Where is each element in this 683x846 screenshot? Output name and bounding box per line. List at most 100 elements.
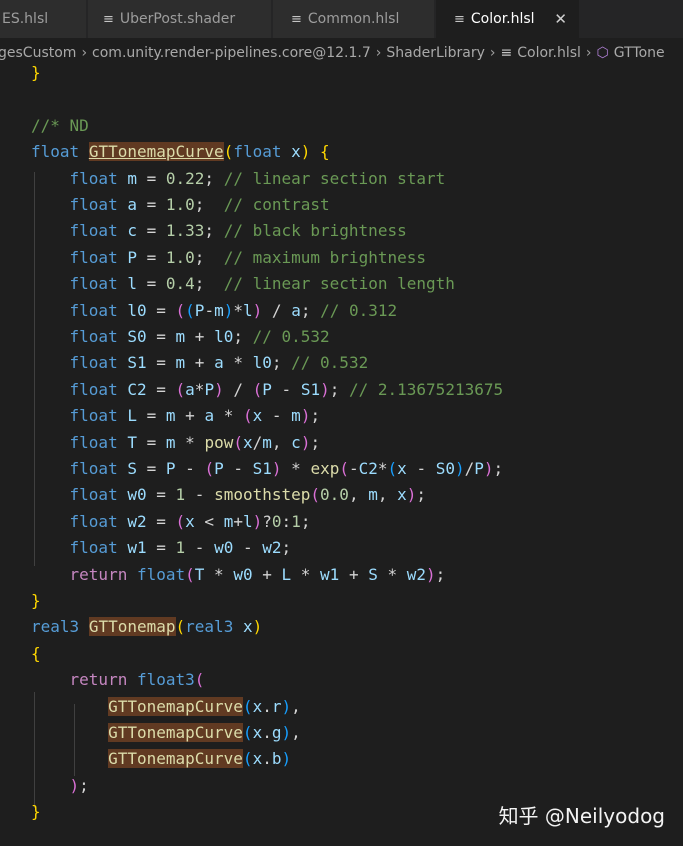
code-token: =	[136, 432, 166, 452]
code-token: )	[320, 379, 330, 399]
code-token: // linear section start	[223, 168, 446, 188]
code-token: )	[483, 459, 494, 478]
code-token: float	[69, 168, 118, 188]
code-line: float w0 = 1 - smoothstep(0.0, m, x);	[31, 482, 427, 508]
code-token: ;	[416, 485, 427, 505]
code-token: exp	[310, 459, 340, 478]
code-token: x	[242, 432, 253, 452]
code-token: (	[387, 459, 398, 478]
code-token: =	[146, 327, 176, 346]
code-token: T	[194, 564, 205, 584]
code-token: )	[281, 723, 292, 742]
code-token: S1	[127, 353, 147, 373]
code-token: )	[300, 432, 311, 452]
code-token: .	[262, 696, 272, 716]
code-token: S0	[127, 327, 147, 346]
code-token: =	[136, 195, 166, 214]
code-token: x	[291, 142, 301, 162]
code-token: ;	[493, 459, 504, 478]
code-token: (	[194, 670, 205, 690]
code-token: )	[454, 459, 465, 478]
code-token: float	[69, 247, 118, 267]
code-token: // contrast	[223, 195, 330, 214]
code-token: )	[300, 406, 311, 426]
tab-uberpost-shader[interactable]: ≡ UberPost.shader	[88, 0, 272, 38]
code-token: .	[262, 723, 272, 742]
editor-tab-bar: ES.hlsl ≡ UberPost.shader ≡ Common.hlsl ≡ C…	[0, 0, 683, 38]
code-token: // 0.532	[291, 353, 369, 373]
code-token: =	[146, 485, 176, 505]
code-token: S	[127, 459, 137, 478]
code-token: -	[233, 538, 263, 558]
code-token: m	[223, 511, 234, 531]
code-token: (	[242, 723, 253, 742]
code-token: x	[397, 485, 407, 505]
code-token: P	[165, 459, 176, 478]
code-token: }	[31, 63, 41, 82]
close-icon[interactable]: ✕	[554, 0, 567, 38]
code-token: 0.4	[165, 274, 195, 294]
code-token: m	[127, 168, 137, 188]
code-line: float P = 1.0; // maximum brightness	[31, 245, 426, 271]
code-token: *	[291, 564, 321, 584]
code-line: );	[31, 773, 89, 799]
code-token: ;	[194, 247, 224, 267]
code-line: float S1 = m + a * l0; // 0.532	[31, 350, 369, 376]
code-token: =	[136, 168, 166, 188]
code-token: float	[69, 432, 118, 452]
code-token: )	[223, 300, 234, 320]
tab-es-hlsl[interactable]: ES.hlsl	[0, 0, 87, 38]
code-token: m	[175, 353, 186, 373]
tab-common-hlsl[interactable]: ≡ Common.hlsl	[273, 0, 435, 38]
code-token: return	[69, 670, 128, 690]
code-token: // 0.312	[320, 300, 398, 320]
code-token: +	[339, 564, 369, 584]
code-token: 1.0	[165, 195, 195, 214]
code-token: m	[262, 432, 272, 452]
code-token: (	[175, 617, 186, 637]
code-token: float	[69, 485, 118, 505]
code-token: float	[69, 274, 118, 294]
tab-color-hlsl[interactable]: ≡ Color.hlsl ✕	[436, 0, 580, 38]
code-token: 0.22	[165, 168, 205, 188]
code-editor[interactable]: } //* ND float GTTonemapCurve(float x) {…	[0, 60, 683, 846]
code-token: /	[223, 379, 253, 399]
code-token: )	[281, 696, 292, 716]
code-token: ?	[262, 511, 272, 531]
code-token: ;	[435, 564, 446, 584]
code-line: }	[31, 588, 41, 614]
code-token: a	[291, 300, 301, 320]
code-line: float L = m + a * (x - m);	[31, 403, 321, 429]
tab-label: Color.hlsl	[470, 11, 535, 27]
code-token: w2	[262, 538, 282, 558]
code-token: -	[185, 538, 215, 558]
code-token: ;	[204, 168, 224, 188]
code-token: float	[69, 538, 118, 558]
code-token: m	[165, 406, 176, 426]
code-token: GTTonemap	[88, 617, 176, 637]
code-token: )	[300, 142, 311, 162]
code-token: =	[136, 406, 166, 426]
code-token: //* ND	[31, 115, 89, 135]
code-line: real3 GTTonemap(real3 x)	[31, 614, 262, 640]
code-token: ;	[194, 274, 224, 294]
code-token: float	[136, 564, 186, 584]
code-token: 1	[175, 485, 186, 505]
code-token: ;	[194, 195, 224, 214]
code-line: float l = 0.4; // linear section length	[31, 271, 455, 297]
code-line: float m = 0.22; // linear section start	[31, 166, 446, 192]
code-token: ;	[281, 538, 292, 558]
code-token: +	[175, 406, 205, 426]
code-token: +	[185, 327, 215, 346]
code-token: {	[31, 643, 41, 663]
code-token: =	[136, 247, 166, 267]
watermark: 知乎 @Neilyodog	[498, 804, 665, 828]
code-token: float	[69, 406, 118, 426]
code-token: -	[271, 379, 301, 399]
code-token: -	[175, 459, 205, 478]
code-line: float c = 1.33; // black brightness	[31, 218, 407, 244]
tab-label: ES.hlsl	[2, 11, 49, 27]
code-token: m	[175, 327, 186, 346]
code-token: (	[242, 749, 253, 769]
